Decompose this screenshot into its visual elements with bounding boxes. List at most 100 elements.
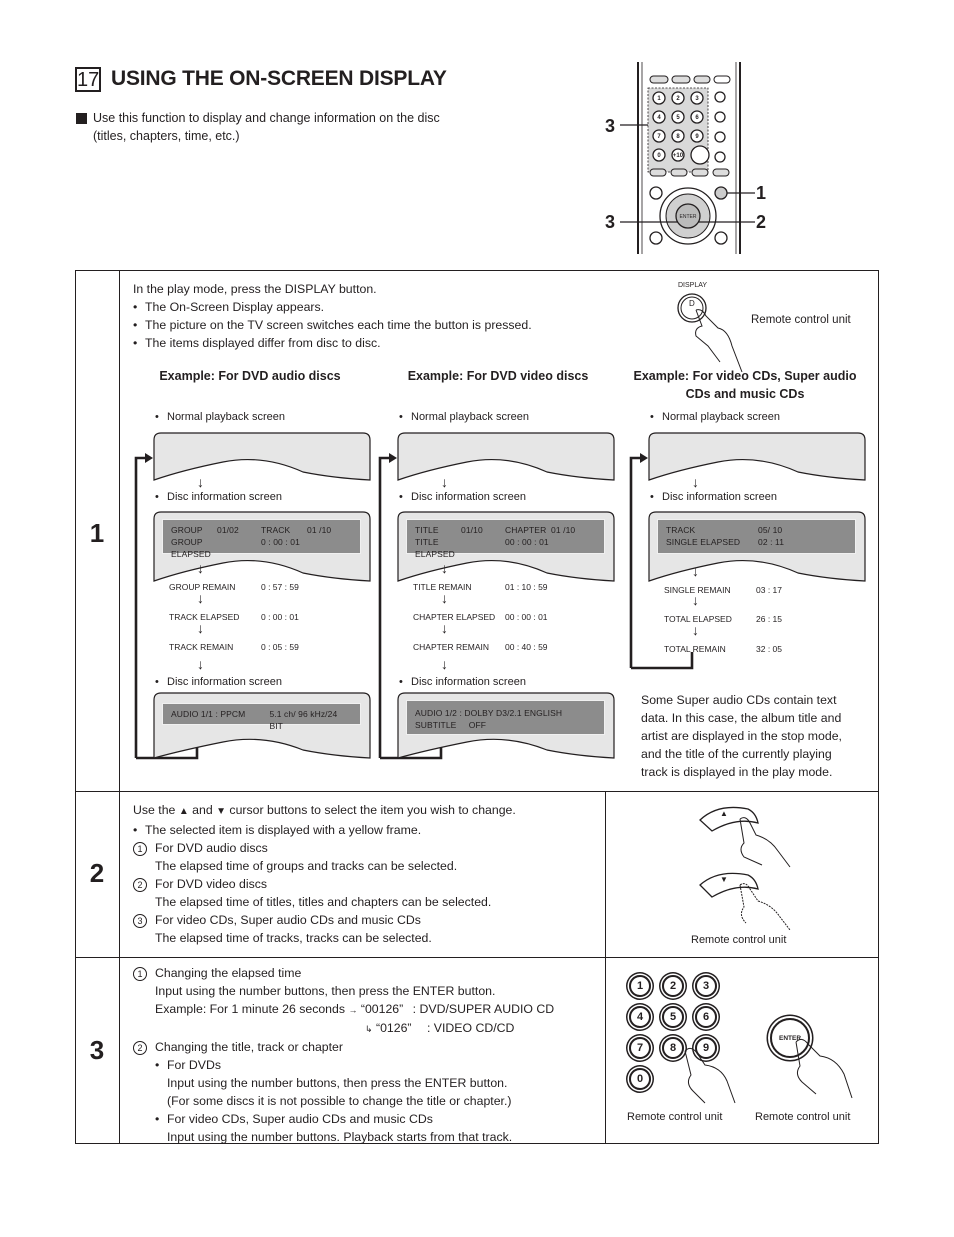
remote-caption: Remote control unit xyxy=(755,1111,851,1123)
note-line: and the title of the currently playing xyxy=(641,747,832,761)
step-number: 1 xyxy=(89,518,105,548)
item-title: Changing the elapsed time xyxy=(155,966,302,980)
divider xyxy=(75,791,879,793)
example-code: “0126” xyxy=(375,1021,412,1035)
note-line: data. In this case, the album title and xyxy=(641,711,842,725)
number-keypad-illustration: 1 2 3 4 5 6 7 8 9 0 xyxy=(627,973,737,1104)
example-title-line: Example: For video CDs, Super audio xyxy=(633,369,857,383)
item-desc: The elapsed time of titles, titles and c… xyxy=(155,895,492,909)
step3-item: 2 Changing the title, track or chapter xyxy=(133,1038,603,1056)
osd-audio: AUDIO 1/1 : PPCM xyxy=(171,709,246,719)
osd-subtitle: SUBTITLE OFF xyxy=(415,720,487,730)
remote-diagram: 123 456 789 0 +10 ENTER 3 1 3 2 xyxy=(590,62,790,254)
step1-bullet: The On-Screen Display appears. xyxy=(133,298,603,316)
number-button: 4 xyxy=(629,1006,651,1028)
flow-value: 0 : 05 : 59 xyxy=(261,642,299,652)
circled-number: 2 xyxy=(133,1041,147,1055)
step2-item: 3 For video CDs, Super audio CDs and musi… xyxy=(133,911,603,929)
svg-text:+10: +10 xyxy=(673,153,684,159)
callout-number: 3 xyxy=(605,212,616,232)
up-arrow-icon: ▲ xyxy=(720,809,728,818)
cursor-buttons-illustration xyxy=(699,806,791,930)
arrow-right-icon: → xyxy=(348,1005,358,1015)
osd-label: 00 : 00 : 01 xyxy=(505,537,549,547)
osd-value: 02 : 11 xyxy=(758,537,785,547)
arrow-down-icon: ↓ xyxy=(197,656,204,672)
remote-caption: Remote control unit xyxy=(691,934,787,946)
step2-item: 1 For DVD audio discs xyxy=(133,839,603,857)
normal-screen-label: Normal playback screen xyxy=(650,408,780,426)
cd-bullet: For video CDs, Super audio CDs and music… xyxy=(133,1110,603,1128)
arrow-turn-icon: ↳ xyxy=(365,1024,373,1034)
step2-instructions: Use the ▲ and ▼ cursor buttons to select… xyxy=(133,801,603,947)
circled-number: 1 xyxy=(133,967,147,981)
osd-value: 01 /10 xyxy=(551,525,576,535)
flow-value: 32 : 05 xyxy=(756,644,782,654)
item-title: For DVD audio discs xyxy=(155,841,268,855)
display-button-label: DISPLAY xyxy=(678,282,708,289)
enter-button-illustration: ENTER xyxy=(770,1018,880,1103)
hand-pressing-icon xyxy=(795,1038,853,1099)
example-line: ↳ “0126” : VIDEO CD/CD xyxy=(133,1019,603,1038)
example-code: “00126” xyxy=(360,1002,404,1016)
note-line: artist are displayed in the stop mode, xyxy=(641,729,842,743)
osd-value: 01/10 xyxy=(461,525,483,535)
section-number: 17 xyxy=(75,67,101,92)
step1-instructions: In the play mode, press the DISPLAY butt… xyxy=(133,280,603,352)
example-text: Example: For 1 minute 26 seconds xyxy=(155,1002,346,1016)
callout-number: 2 xyxy=(756,212,767,232)
down-arrow-icon: ▼ xyxy=(720,875,728,884)
osd-panel: AUDIO 1/2 : DOLBY D3/2.1 ENGLISH SUBTITL… xyxy=(406,700,605,735)
osd-value xyxy=(461,536,505,560)
osd-audio: AUDIO 1/2 : DOLBY D3/2.1 ENGLISH xyxy=(415,708,563,718)
item-title: Changing the title, track or chapter xyxy=(155,1040,343,1054)
callout-number: 3 xyxy=(605,116,616,136)
intro-line: Use this function to display and change … xyxy=(93,111,440,125)
number-button: 3 xyxy=(695,975,717,997)
osd-label: CHAPTER xyxy=(505,525,547,535)
item-desc: Input using the number buttons, then pre… xyxy=(155,984,496,998)
step1-bullet: The picture on the TV screen switches ea… xyxy=(133,316,603,334)
sacd-note: Some Super audio CDs contain text data. … xyxy=(641,691,871,781)
page-title: USING THE ON-SCREEN DISPLAY xyxy=(111,67,447,90)
item-title: For DVD video discs xyxy=(155,877,268,891)
note-line: track is displayed in the play mode. xyxy=(641,765,833,779)
osd-value xyxy=(217,536,261,560)
flow-value: 0 : 00 : 01 xyxy=(261,612,299,622)
item-desc: The elapsed time of groups and tracks ca… xyxy=(155,859,458,873)
flow-value: 26 : 15 xyxy=(756,614,782,624)
down-arrow-icon: ▼ xyxy=(216,806,226,817)
remote-caption: Remote control unit xyxy=(627,1111,723,1123)
display-button-glyph: D xyxy=(689,299,695,308)
number-button: 2 xyxy=(662,975,684,997)
osd-format: 5.1 ch/ 96 kHz/24 BIT xyxy=(269,709,338,731)
osd-value: 01/02 xyxy=(217,525,239,535)
loop-arrow xyxy=(629,453,694,670)
dvd-bullet: For DVDs xyxy=(133,1056,603,1074)
flow-value: 00 : 40 : 59 xyxy=(505,642,548,652)
normal-screen-label: Normal playback screen xyxy=(155,408,285,426)
disc-info-label: Disc information screen xyxy=(155,673,282,691)
lead-text: Use the xyxy=(133,803,176,817)
hand-pressing-icon xyxy=(684,1047,736,1104)
item-desc: (For some discs it is not possible to ch… xyxy=(167,1094,512,1108)
flow-value: 03 : 17 xyxy=(756,585,782,595)
remote-caption: Remote control unit xyxy=(751,314,851,326)
divider xyxy=(119,270,121,1144)
example-target: : VIDEO CD/CD xyxy=(426,1021,515,1035)
step2-item: 2 For DVD video discs xyxy=(133,875,603,893)
number-button: 6 xyxy=(695,1006,717,1028)
lead-text: cursor buttons to select the item you wi… xyxy=(229,803,516,817)
example-target: : DVD/SUPER AUDIO CD xyxy=(412,1002,555,1016)
osd-value: 01 /10 xyxy=(307,525,332,535)
example-title: Example: For video CDs, Super audio CDs … xyxy=(620,367,870,403)
flow-value: 0 : 57 : 59 xyxy=(261,582,299,592)
note-line: Some Super audio CDs contain text xyxy=(641,693,837,707)
flow-value: 01 : 10 : 59 xyxy=(505,582,548,592)
example-title: Example: For DVD video discs xyxy=(407,369,589,383)
normal-screen-label: Normal playback screen xyxy=(399,408,529,426)
example-line: Example: For 1 minute 26 seconds → “0012… xyxy=(133,1000,603,1019)
circled-number: 3 xyxy=(133,914,147,928)
step1-lead: In the play mode, press the DISPLAY butt… xyxy=(133,282,377,296)
item-desc: Input using the number buttons, then pre… xyxy=(167,1076,508,1090)
